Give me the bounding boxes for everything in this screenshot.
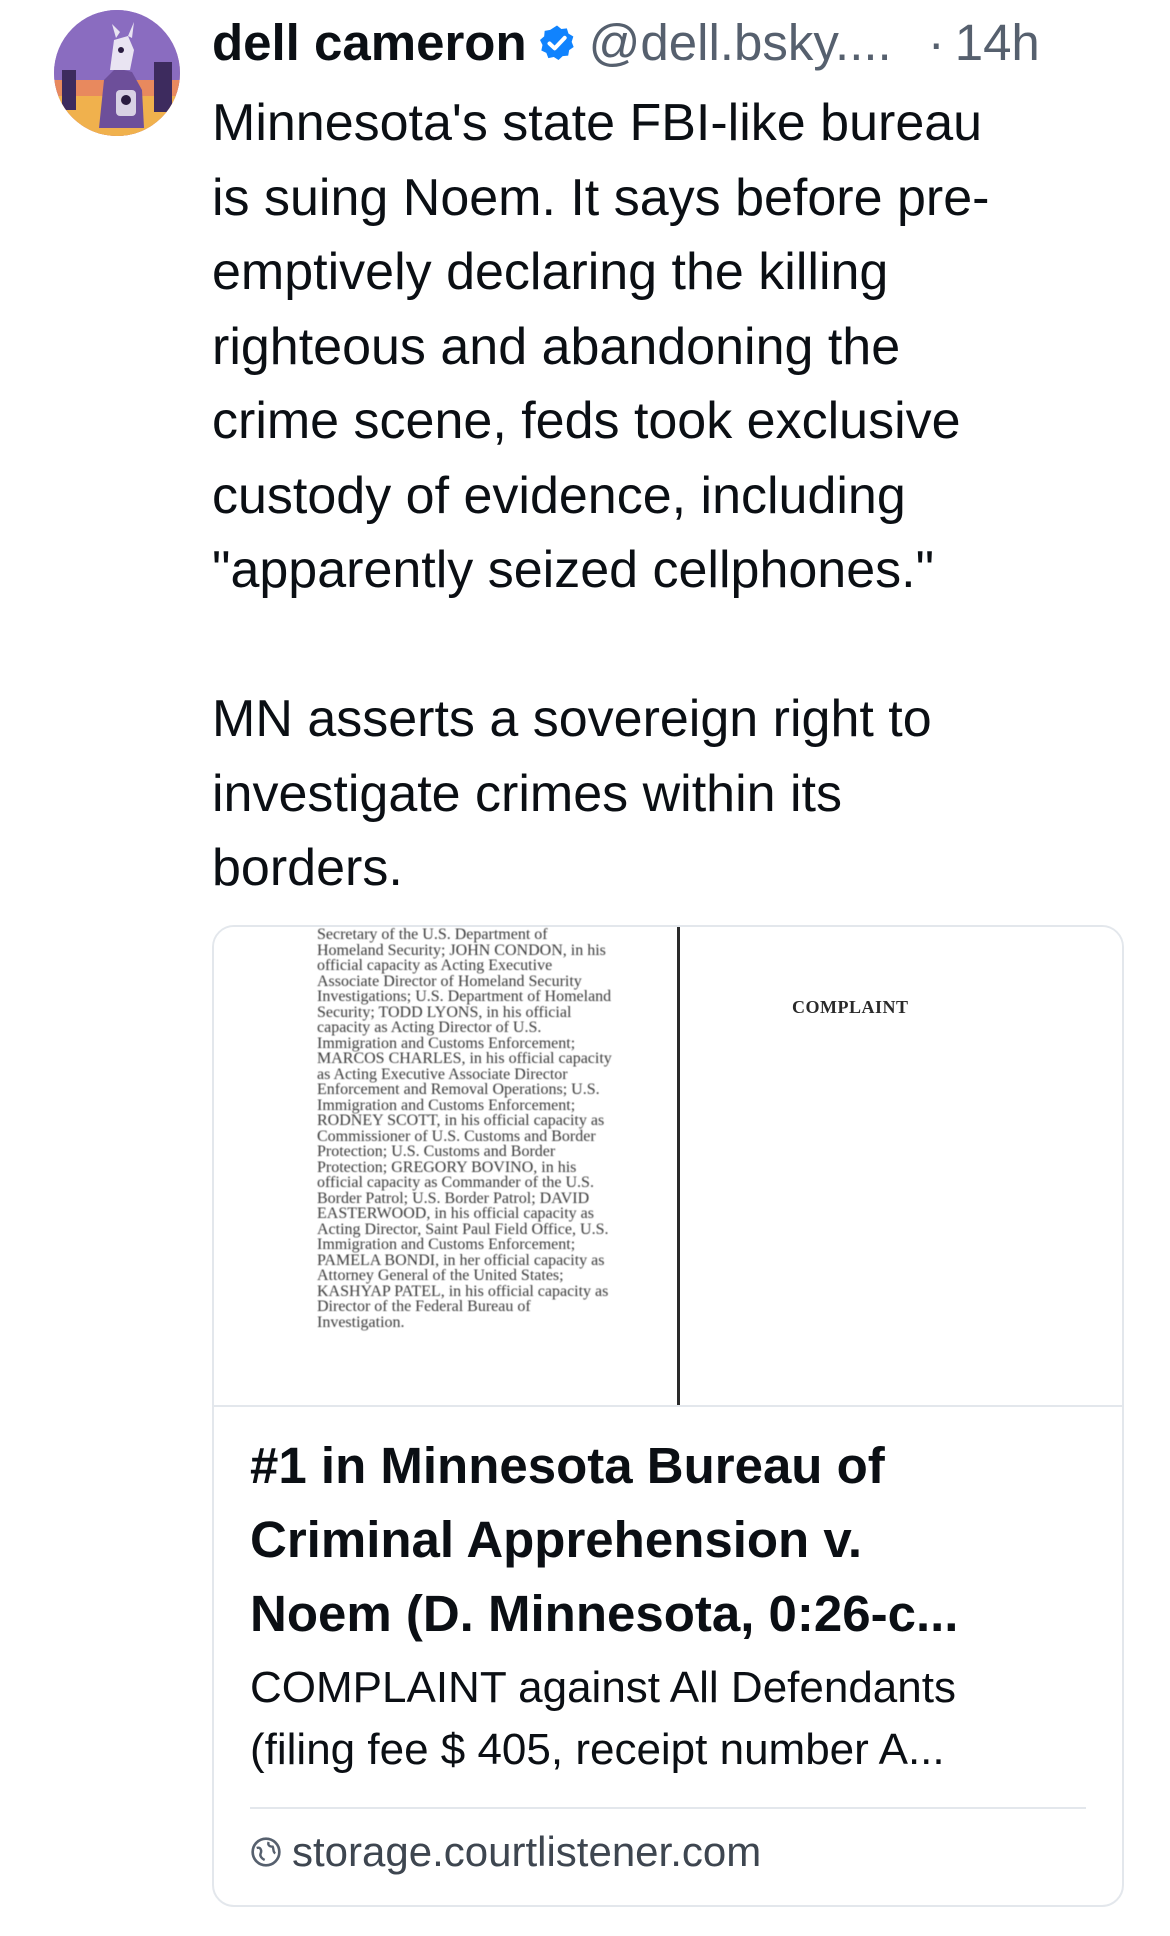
post[interactable]: dell cameron @dell.bsky.... · 14h Minnes… bbox=[0, 0, 1170, 1936]
globe-icon bbox=[250, 1836, 282, 1868]
author-display-name[interactable]: dell cameron bbox=[212, 8, 527, 78]
post-header: dell cameron @dell.bsky.... · 14h bbox=[212, 8, 1142, 78]
thumbnail-column-divider bbox=[677, 927, 680, 1405]
author-handle[interactable]: @dell.bsky.... bbox=[589, 8, 892, 78]
link-card-footer: storage.courtlistener.com bbox=[250, 1817, 761, 1887]
post-text: Minnesota's state FBI-like bureau is sui… bbox=[212, 94, 990, 897]
avatar-image bbox=[54, 10, 180, 136]
link-card-divider bbox=[250, 1807, 1086, 1809]
thumbnail-document-caption: Secretary of the U.S. Department of Home… bbox=[317, 927, 612, 1331]
link-card[interactable]: Secretary of the U.S. Department of Home… bbox=[212, 925, 1124, 1907]
verified-badge-icon bbox=[537, 23, 577, 63]
post-timestamp[interactable]: 14h bbox=[955, 8, 1040, 78]
header-separator: · bbox=[927, 14, 945, 71]
link-card-title: #1 in Minnesota Bureau of Criminal Appre… bbox=[250, 1437, 959, 1642]
link-card-description: COMPLAINT against All Defendants (filing… bbox=[250, 1663, 956, 1774]
link-card-domain: storage.courtlistener.com bbox=[292, 1828, 762, 1875]
thumbnail-complaint-heading: COMPLAINT bbox=[792, 997, 909, 1017]
avatar[interactable] bbox=[54, 10, 180, 136]
link-card-thumbnail: Secretary of the U.S. Department of Home… bbox=[214, 927, 1122, 1407]
